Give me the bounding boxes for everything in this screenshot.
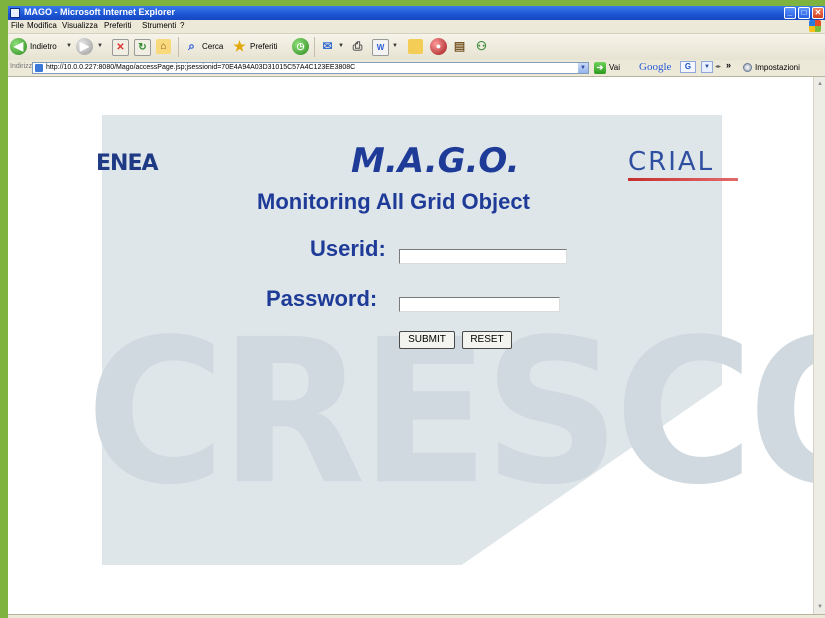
research-icon: ▤ — [453, 39, 466, 53]
go-button[interactable]: Vai — [609, 63, 620, 72]
address-dropdown-icon[interactable]: ▼ — [578, 63, 588, 73]
window-title: MAGO - Microsoft Internet Explorer — [24, 7, 176, 17]
search-label: Cerca — [202, 42, 224, 51]
menu-visualizza[interactable]: Visualizza — [62, 21, 98, 30]
forward-button[interactable]: ▶ ▼ — [76, 38, 106, 56]
page-icon — [35, 64, 43, 72]
password-input[interactable] — [399, 297, 560, 312]
maximize-button[interactable]: □ — [798, 7, 810, 19]
home-button[interactable]: ⌂ — [156, 38, 174, 56]
home-icon: ⌂ — [156, 39, 171, 54]
back-button[interactable]: ◀ Indietro ▼ — [10, 38, 72, 56]
folder-icon — [408, 39, 423, 54]
close-button[interactable]: ✕ — [812, 7, 824, 19]
edit-button[interactable]: W ▼ — [372, 38, 402, 56]
back-label: Indietro — [30, 42, 57, 51]
scroll-down-icon[interactable]: ▼ — [815, 602, 825, 612]
messenger-button[interactable]: ⚇ — [474, 38, 492, 56]
mail-button[interactable]: ✉ ▼ — [320, 38, 346, 56]
browser-window: MAGO - Microsoft Internet Explorer _ □ ✕… — [8, 6, 825, 618]
page-title: M.A.G.O. — [351, 141, 520, 181]
ie-icon — [10, 8, 20, 18]
menu-preferiti[interactable]: Preferiti — [104, 21, 132, 30]
menu-bar: File Modifica Visualizza Preferiti Strum… — [8, 20, 825, 34]
crial-logo: CRIAL — [628, 147, 715, 177]
menu-help[interactable]: ? — [180, 21, 184, 30]
forward-arrow-icon: ▶ — [76, 38, 93, 55]
messenger-icon: ⚇ — [476, 39, 487, 53]
url-text: http://10.0.0.227:8080/Mago/accessPage.j… — [46, 64, 356, 71]
forward-dropdown-icon: ▼ — [97, 43, 103, 49]
star-icon: ★ — [233, 38, 246, 54]
mail-icon: ✉ — [322, 39, 333, 53]
reset-button[interactable]: RESET — [462, 331, 512, 349]
print-icon: ⎙ — [352, 39, 363, 53]
favorites-button[interactable]: ★ Preferiti — [232, 38, 288, 56]
windows-logo-icon — [809, 20, 821, 32]
search-icon: ⌕ — [188, 39, 195, 53]
toolbar: ◀ Indietro ▼ ▶ ▼ ✕ ↻ ⌂ ⌕ Cerca ★ Preferi… — [8, 34, 825, 61]
go-arrow-icon[interactable]: ➔ — [594, 62, 606, 74]
refresh-button[interactable]: ↻ — [134, 38, 152, 56]
history-icon: ◷ — [292, 38, 309, 55]
menu-strumenti[interactable]: Strumenti — [142, 21, 176, 30]
back-dropdown-icon: ▼ — [66, 43, 72, 49]
google-dropdown-icon[interactable]: ▼ — [701, 61, 713, 73]
vertical-scrollbar[interactable]: ▲ ▼ — [813, 77, 825, 614]
google-more-icon[interactable]: ◂▸ — [715, 63, 721, 70]
password-label: Password: — [266, 286, 378, 311]
menu-modifica[interactable]: Modifica — [27, 21, 57, 30]
research-button[interactable]: ▤ — [452, 38, 470, 56]
google-toolbar-logo: Google — [639, 61, 672, 73]
settings-icon[interactable] — [743, 63, 752, 72]
folder-button[interactable] — [408, 38, 426, 56]
title-bar: MAGO - Microsoft Internet Explorer _ □ ✕ — [8, 6, 825, 20]
submit-button[interactable]: SUBMIT — [399, 331, 455, 349]
mail-dropdown-icon: ▼ — [338, 43, 344, 49]
page-viewport: CRESCO ENEA CRIAL M.A.G.O. Monitoring Al… — [8, 77, 813, 614]
enea-logo: ENEA — [96, 151, 158, 176]
status-bar — [8, 614, 825, 618]
search-button[interactable]: ⌕ Cerca — [184, 38, 228, 56]
refresh-icon: ↻ — [134, 39, 151, 56]
google-search-button[interactable]: G — [680, 61, 696, 73]
back-arrow-icon: ◀ — [10, 38, 27, 55]
stop-button[interactable]: ✕ — [112, 38, 130, 56]
edit-icon: W — [372, 39, 389, 56]
toolbar-overflow-icon[interactable]: » — [726, 60, 731, 70]
print-button[interactable]: ⎙ — [350, 38, 368, 56]
address-bar: Indirizzo http://10.0.0.227:8080/Mago/ac… — [8, 60, 825, 77]
favorites-label: Preferiti — [250, 42, 278, 51]
media-button[interactable]: ● — [430, 38, 448, 56]
settings-button[interactable]: Impostazioni — [755, 63, 800, 72]
minimize-button[interactable]: _ — [784, 7, 796, 19]
edit-dropdown-icon: ▼ — [392, 43, 398, 49]
scroll-up-icon[interactable]: ▲ — [815, 79, 825, 89]
page-subtitle: Monitoring All Grid Object — [257, 189, 530, 214]
crial-logo-underline — [628, 178, 738, 181]
media-icon: ● — [430, 38, 447, 55]
stop-icon: ✕ — [112, 39, 129, 56]
userid-input[interactable] — [399, 249, 567, 264]
address-field[interactable]: http://10.0.0.227:8080/Mago/accessPage.j… — [32, 62, 589, 74]
history-button[interactable]: ◷ — [292, 38, 310, 56]
userid-label: Userid: — [310, 236, 386, 261]
menu-file[interactable]: File — [11, 21, 24, 30]
